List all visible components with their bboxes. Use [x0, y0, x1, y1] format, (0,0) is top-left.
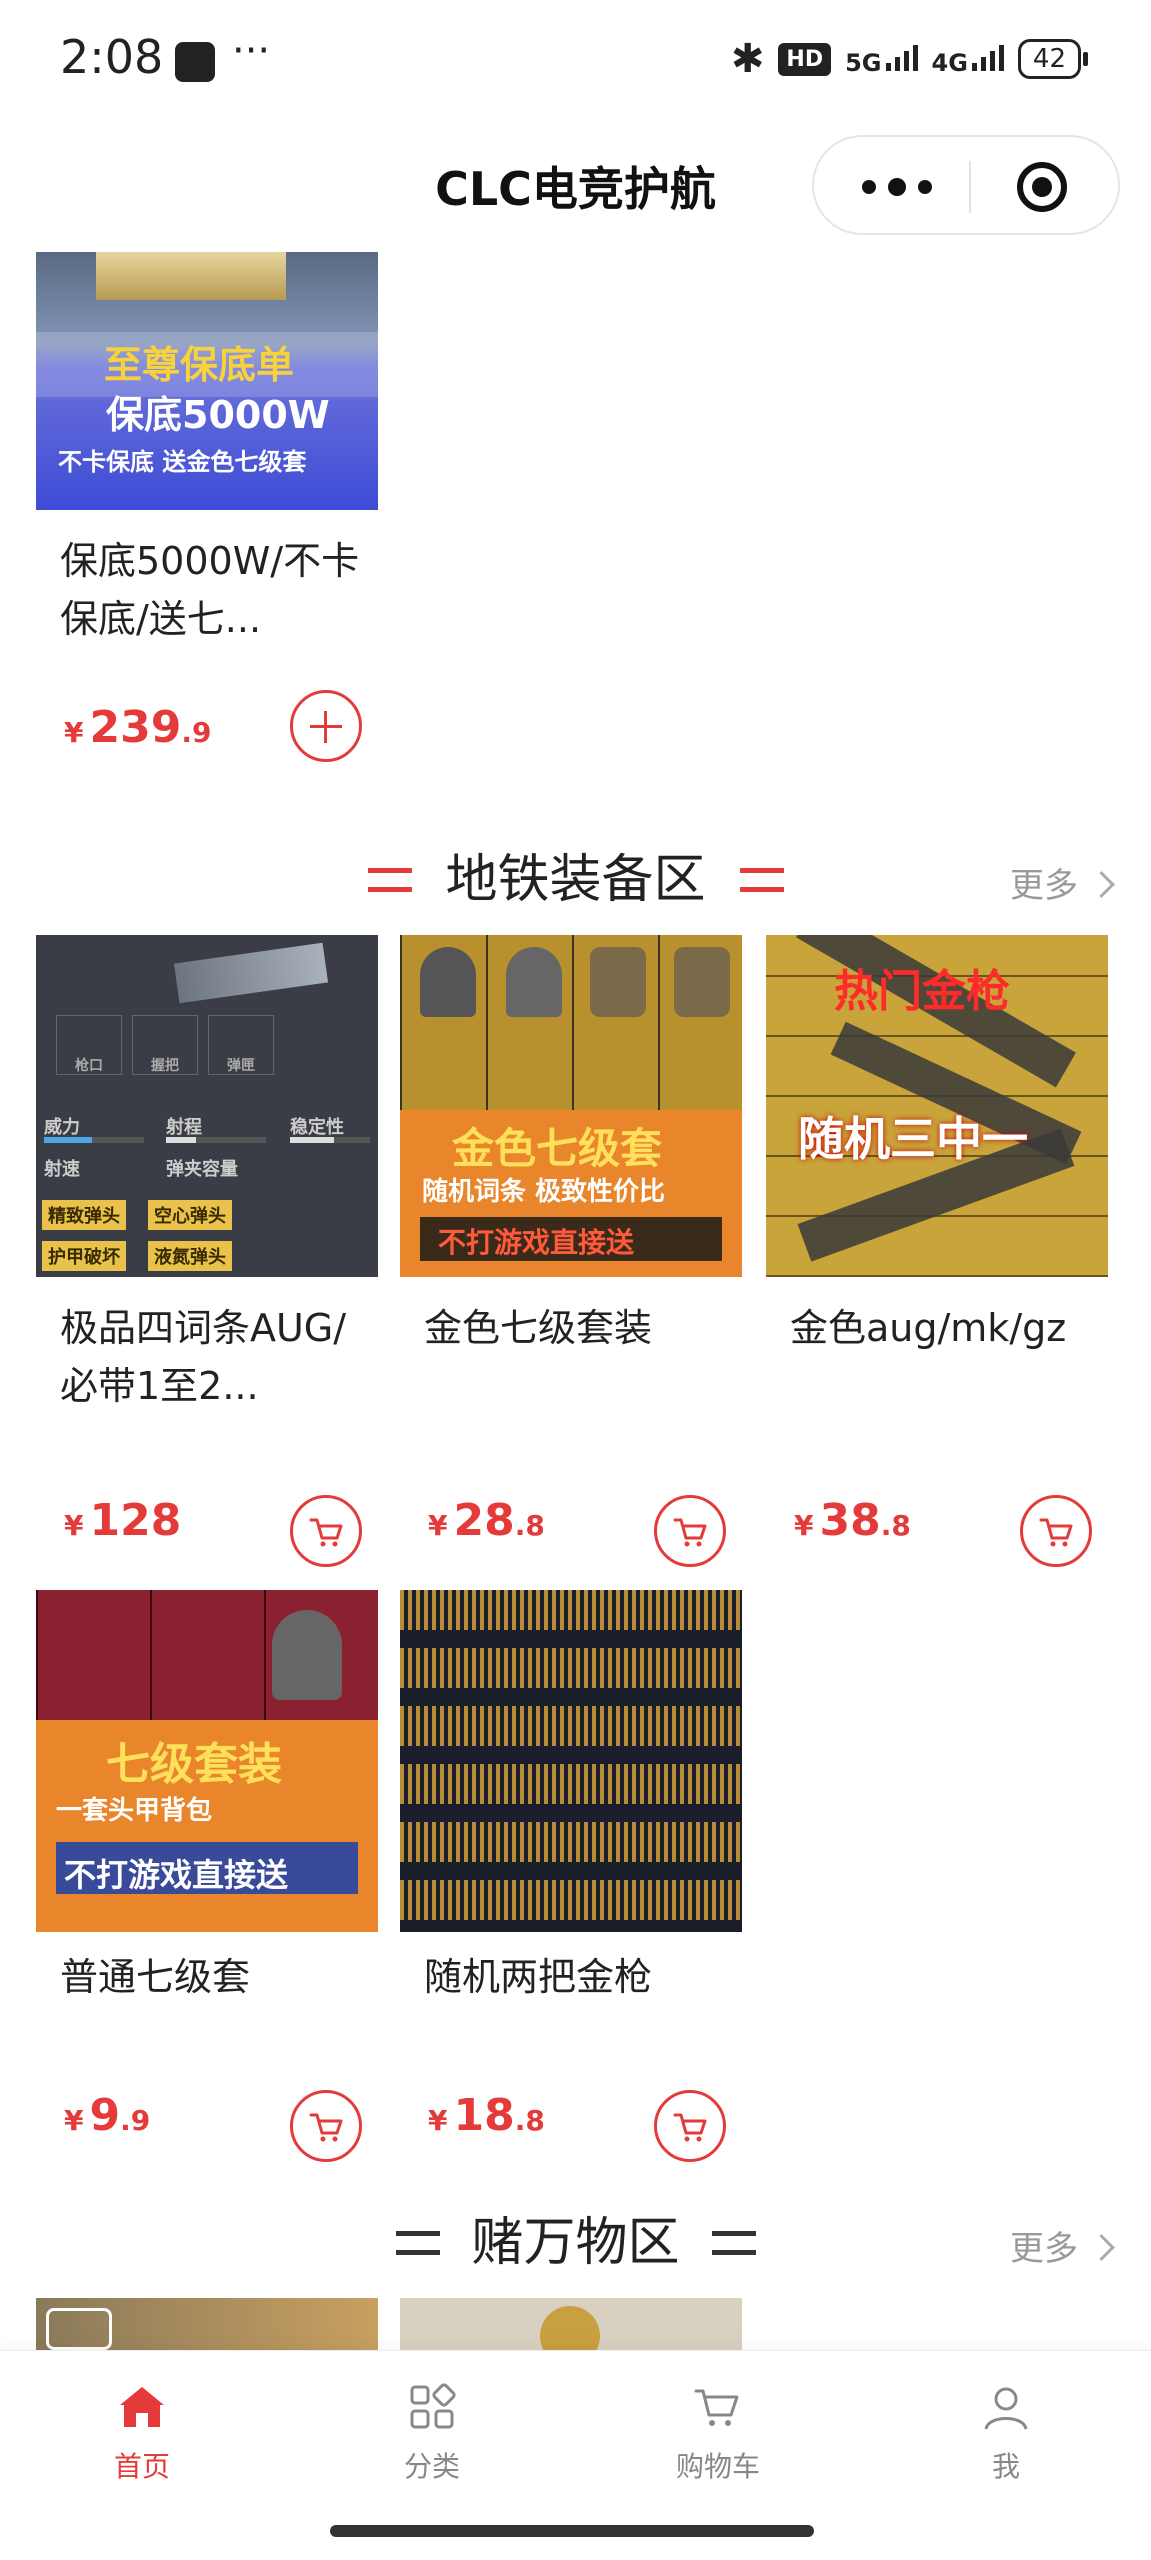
home-indicator[interactable]	[330, 2525, 814, 2537]
chevron-right-icon	[1088, 871, 1115, 898]
add-button[interactable]	[290, 690, 362, 762]
product-price: ¥9.9	[64, 2090, 151, 2141]
more-link[interactable]: 更多	[1010, 858, 1115, 907]
product-name: 金色aug/mk/gz	[790, 1306, 1067, 1350]
category-icon	[404, 2379, 460, 2435]
product-price: ¥239.9	[64, 702, 212, 753]
product-price: ¥28.8	[428, 1495, 545, 1546]
product-card[interactable]: 至尊保底单 保底5000W 不卡保底 送金色七级套 保底5000W/不卡保底/送…	[36, 252, 378, 782]
signal-5g: 5G	[845, 41, 918, 77]
add-to-cart-button[interactable]	[654, 1495, 726, 1567]
battery-indicator: 42	[1017, 39, 1089, 79]
product-name: 随机两把金枪	[424, 1955, 653, 1999]
title-decoration-right	[740, 868, 784, 892]
signal-4g: 4G	[932, 41, 1004, 77]
status-time: 2:08	[60, 30, 164, 84]
tab-category[interactable]: 分类	[332, 2379, 532, 2485]
section-title: 赌万物区	[471, 2213, 680, 2273]
status-bar: 2:08 ··· ✱ HD 5G 4G 42	[0, 0, 1151, 130]
add-to-cart-button[interactable]	[1020, 1495, 1092, 1567]
cart-icon	[309, 1518, 343, 1547]
product-image: 至尊保底单 保底5000W 不卡保底 送金色七级套	[36, 252, 378, 510]
product-image	[400, 1590, 742, 1932]
section-header: 赌万物区 更多	[0, 2203, 1151, 2283]
app-notification-icon	[175, 42, 215, 82]
product-image: 热门金枪 随机三中一	[766, 935, 1108, 1277]
product-price: ¥38.8	[794, 1495, 911, 1546]
tab-home[interactable]: 首页	[42, 2379, 242, 2485]
add-to-cart-button[interactable]	[654, 2090, 726, 2162]
title-decoration-right	[712, 2231, 756, 2255]
product-image[interactable]	[400, 2298, 742, 2350]
cart-icon	[690, 2379, 746, 2435]
cart-icon	[673, 1518, 707, 1547]
add-to-cart-button[interactable]	[290, 1495, 362, 1567]
user-icon	[978, 2379, 1034, 2435]
product-image: 枪口 握把 弹匣 威力 射程 稳定性 射速 弹夹容量 精致弹头 空心弹头 护甲破…	[36, 935, 378, 1277]
product-card[interactable]: 随机两把金枪 ¥18.8	[400, 1590, 742, 2162]
title-decoration-left	[396, 2231, 440, 2255]
product-image: 金色七级套 随机词条 极致性价比 不打游戏直接送	[400, 935, 742, 1277]
product-price: ¥128	[64, 1495, 182, 1546]
section-title: 地铁装备区	[445, 850, 706, 910]
more-options-icon[interactable]	[862, 173, 932, 201]
bluetooth-icon: ✱	[730, 36, 765, 82]
product-card[interactable]: 金色七级套 随机词条 极致性价比 不打游戏直接送 金色七级套装 ¥28.8	[400, 935, 742, 1567]
product-name: 保底5000W/不卡保底/送七...	[60, 539, 360, 641]
product-card[interactable]: 枪口 握把 弹匣 威力 射程 稳定性 射速 弹夹容量 精致弹头 空心弹头 护甲破…	[36, 935, 378, 1567]
section-header: 地铁装备区 更多	[0, 840, 1151, 920]
home-icon	[114, 2379, 170, 2435]
more-notifications-icon: ···	[232, 28, 271, 74]
product-image: 七级套装 一套头甲背包 不打游戏直接送	[36, 1590, 378, 1932]
title-bar: CLC电竞护航	[0, 135, 1151, 235]
product-card[interactable]: 热门金枪 随机三中一 金色aug/mk/gz ¥38.8	[766, 935, 1108, 1567]
more-link[interactable]: 更多	[1010, 2221, 1115, 2270]
tab-cart[interactable]: 购物车	[618, 2379, 818, 2485]
product-name: 金色七级套装	[424, 1306, 653, 1350]
capsule-divider	[969, 161, 971, 213]
miniprogram-capsule	[812, 135, 1120, 235]
tab-me[interactable]: 我	[906, 2379, 1106, 2485]
product-card[interactable]: 七级套装 一套头甲背包 不打游戏直接送 普通七级套 ¥9.9	[36, 1590, 378, 2162]
bottom-tab-bar: 首页 分类 购物车 我	[0, 2350, 1151, 2511]
product-image[interactable]	[36, 2298, 378, 2350]
cart-icon	[673, 2113, 707, 2142]
title-decoration-left	[368, 868, 412, 892]
cart-icon	[309, 2113, 343, 2142]
product-name: 普通七级套	[60, 1955, 251, 1999]
hd-icon: HD	[778, 42, 832, 76]
product-price: ¥18.8	[428, 2090, 545, 2141]
chevron-right-icon	[1088, 2234, 1115, 2261]
product-name: 极品四词条AUG/ 必带1至2...	[60, 1306, 347, 1408]
add-to-cart-button[interactable]	[290, 2090, 362, 2162]
close-miniprogram-icon[interactable]	[1017, 162, 1067, 212]
cart-icon	[1039, 1518, 1073, 1547]
